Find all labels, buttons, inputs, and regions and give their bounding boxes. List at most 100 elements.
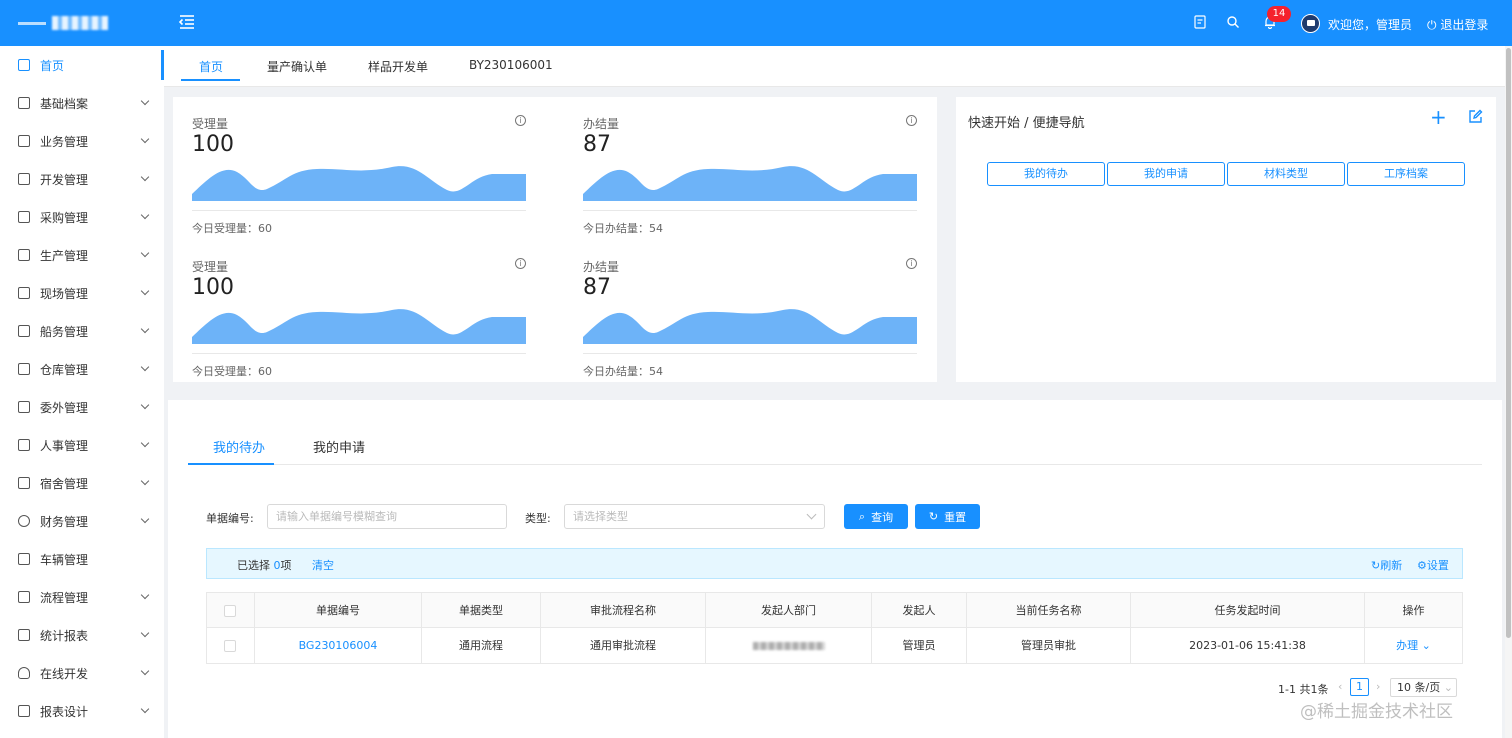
sidebar-item-basic-archive[interactable]: 基础档案	[0, 84, 164, 122]
sidebar-item-purchasing[interactable]: 采购管理	[0, 198, 164, 236]
next-page-icon[interactable]: ›	[1376, 680, 1380, 693]
sidebar-item-onsite[interactable]: 现场管理	[0, 274, 164, 312]
sidebar-item-label: 船务管理	[40, 324, 89, 339]
info-icon[interactable]: i	[906, 115, 917, 126]
select-all-checkbox[interactable]	[224, 605, 236, 617]
avatar[interactable]	[1301, 14, 1320, 33]
document-code-link[interactable]: BG230106004	[254, 628, 421, 664]
chevron-down-icon	[140, 704, 150, 714]
sidebar-item-finance[interactable]: 财务管理	[0, 502, 164, 540]
selection-prefix: 已选择	[237, 559, 270, 572]
document-type-cell: 通用流程	[421, 628, 540, 664]
sidebar-item-online-dev[interactable]: 在线开发	[0, 654, 164, 692]
bar-chart-icon	[18, 629, 30, 641]
sidebar-item-production[interactable]: 生产管理	[0, 236, 164, 274]
refresh-label: 刷新	[1380, 559, 1403, 572]
query-label: 查询	[871, 510, 894, 524]
column-header[interactable]: 审批流程名称	[540, 593, 705, 629]
sidebar-item-outsourcing[interactable]: 委外管理	[0, 388, 164, 426]
chevron-down-icon	[140, 134, 150, 144]
add-icon[interactable]: +	[1430, 107, 1447, 127]
query-button[interactable]: ⌕ 查询	[844, 504, 908, 529]
reset-button[interactable]: ↻ 重置	[915, 504, 980, 529]
quick-btn-process-archive[interactable]: 工序档案	[1347, 162, 1465, 186]
quick-btn-my-requests[interactable]: 我的申请	[1107, 162, 1225, 186]
settings-label: 设置	[1426, 559, 1449, 572]
info-icon[interactable]: i	[515, 258, 526, 269]
book-icon	[18, 135, 30, 147]
row-checkbox-cell	[206, 628, 254, 664]
sidebar-item-reports[interactable]: 统计报表	[0, 616, 164, 654]
sidebar-item-shipping[interactable]: 船务管理	[0, 312, 164, 350]
info-icon[interactable]: i	[515, 115, 526, 126]
sidebar-item-workflow[interactable]: 流程管理	[0, 578, 164, 616]
stat-value: 87	[583, 275, 611, 300]
column-header[interactable]: 发起人	[871, 593, 966, 629]
sidebar-item-label: 生产管理	[40, 248, 89, 263]
quick-btn-my-todo[interactable]: 我的待办	[987, 162, 1105, 186]
sidebar-item-home[interactable]: 首页	[0, 46, 164, 84]
column-header: 操作	[1364, 593, 1463, 629]
scrollbar-thumb[interactable]	[1506, 48, 1511, 638]
stat-card-accepted: 受理量 i 100 今日受理量：60	[192, 115, 526, 245]
sidebar-item-hr[interactable]: 人事管理	[0, 426, 164, 464]
department-cell	[705, 628, 871, 664]
column-header[interactable]: 任务发起时间	[1130, 593, 1364, 629]
calendar-icon	[18, 249, 30, 261]
code-search-input[interactable]: 请输入单据编号模糊查询	[267, 504, 507, 529]
sidebar-item-label: 流程管理	[40, 590, 89, 605]
quick-nav-title: 快速开始 / 便捷导航	[968, 116, 1085, 131]
logout-button[interactable]: ⏻ 退出登录	[1427, 16, 1488, 33]
page-number-button[interactable]: 1	[1350, 678, 1369, 696]
tab-divider	[188, 464, 1482, 465]
sidebar-item-development[interactable]: 开发管理	[0, 160, 164, 198]
type-select[interactable]: 请选择类型	[564, 504, 825, 529]
selection-info: 已选择 0项	[237, 557, 292, 573]
refresh-link[interactable]: ↻刷新	[1371, 557, 1402, 573]
handle-action[interactable]: 办理 ⌄	[1364, 628, 1463, 664]
chevron-down-icon: ⌄	[1443, 681, 1453, 694]
quick-btn-material-type[interactable]: 材料类型	[1227, 162, 1345, 186]
tab-my-todo[interactable]: 我的待办	[213, 437, 265, 456]
bag-icon	[18, 211, 30, 223]
stat-label: 受理量	[192, 117, 229, 131]
settings-link[interactable]: ⚙设置	[1417, 557, 1449, 573]
tab-active-underline	[181, 79, 240, 81]
sidebar-item-vehicles[interactable]: 车辆管理	[0, 540, 164, 578]
document-icon[interactable]	[1193, 15, 1207, 29]
tab-sample-dev[interactable]: 样品开发单	[368, 58, 428, 75]
sidebar-item-report-design[interactable]: 报表设计	[0, 692, 164, 730]
table-row[interactable]: BG230106004 通用流程 通用审批流程 管理员 管理员审批 2023-0…	[206, 628, 1463, 664]
table-header-row: 单据编号 单据类型 审批流程名称 发起人部门 发起人 当前任务名称 任务发起时间…	[206, 592, 1463, 629]
column-header[interactable]: 单据编号	[254, 593, 421, 629]
page-tabs-bar	[164, 46, 1512, 87]
menu-toggle-icon[interactable]	[178, 13, 196, 31]
prev-page-icon[interactable]: ‹	[1338, 680, 1342, 693]
tab-home[interactable]: 首页	[199, 58, 223, 75]
tab-document[interactable]: BY230106001	[469, 58, 553, 72]
sidebar-item-label: 委外管理	[40, 400, 89, 415]
chevron-down-icon	[140, 286, 150, 296]
column-header[interactable]: 当前任务名称	[966, 593, 1130, 629]
reset-label: 重置	[944, 510, 967, 524]
row-checkbox[interactable]	[224, 640, 236, 652]
app-logo[interactable]	[18, 14, 108, 32]
chevron-down-icon	[140, 666, 150, 676]
divider	[192, 353, 526, 354]
search-icon[interactable]	[1226, 15, 1240, 29]
tab-mass-production[interactable]: 量产确认单	[267, 58, 327, 75]
tab-my-requests[interactable]: 我的申请	[313, 437, 365, 456]
sidebar-item-dormitory[interactable]: 宿舍管理	[0, 464, 164, 502]
column-header[interactable]: 发起人部门	[705, 593, 871, 629]
info-icon[interactable]: i	[906, 258, 917, 269]
reload-icon: ↻	[928, 510, 939, 523]
column-header[interactable]: 单据类型	[421, 593, 540, 629]
watermark: @稀土掘金技术社区	[1300, 702, 1453, 722]
chevron-down-icon	[140, 172, 150, 182]
edit-icon[interactable]	[1468, 109, 1483, 124]
page-size-select[interactable]: 10 条/页 ⌄	[1390, 678, 1457, 697]
sidebar-item-warehouse[interactable]: 仓库管理	[0, 350, 164, 388]
sidebar-item-business[interactable]: 业务管理	[0, 122, 164, 160]
clear-selection-link[interactable]: 清空	[312, 557, 334, 573]
chevron-down-icon	[140, 438, 150, 448]
